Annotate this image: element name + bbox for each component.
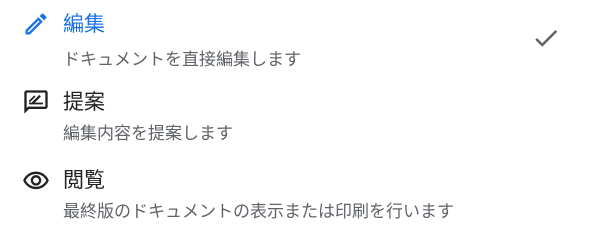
menu-item-suggest-title: 提案 xyxy=(63,90,105,114)
check-icon xyxy=(531,23,561,53)
menu-item-edit-description: ドキュメントを直接編集します xyxy=(63,50,301,70)
menu-item-view-description: 最終版のドキュメントの表示または印刷を行います xyxy=(63,202,454,222)
suggest-edit-icon xyxy=(22,88,50,116)
menu-item-edit-title: 編集 xyxy=(63,12,105,36)
editing-mode-menu: 編集 ドキュメントを直接編集します 提案 編集内容を提案します 閲覧 最終版のド… xyxy=(0,0,590,242)
eye-icon xyxy=(22,167,50,195)
pencil-icon xyxy=(22,10,50,38)
menu-item-suggest[interactable]: 提案 編集内容を提案します xyxy=(0,80,590,158)
menu-item-view-title: 閲覧 xyxy=(63,168,105,192)
menu-item-edit[interactable]: 編集 ドキュメントを直接編集します xyxy=(0,0,590,80)
menu-item-suggest-description: 編集内容を提案します xyxy=(63,124,233,144)
menu-item-view[interactable]: 閲覧 最終版のドキュメントの表示または印刷を行います xyxy=(0,158,590,242)
